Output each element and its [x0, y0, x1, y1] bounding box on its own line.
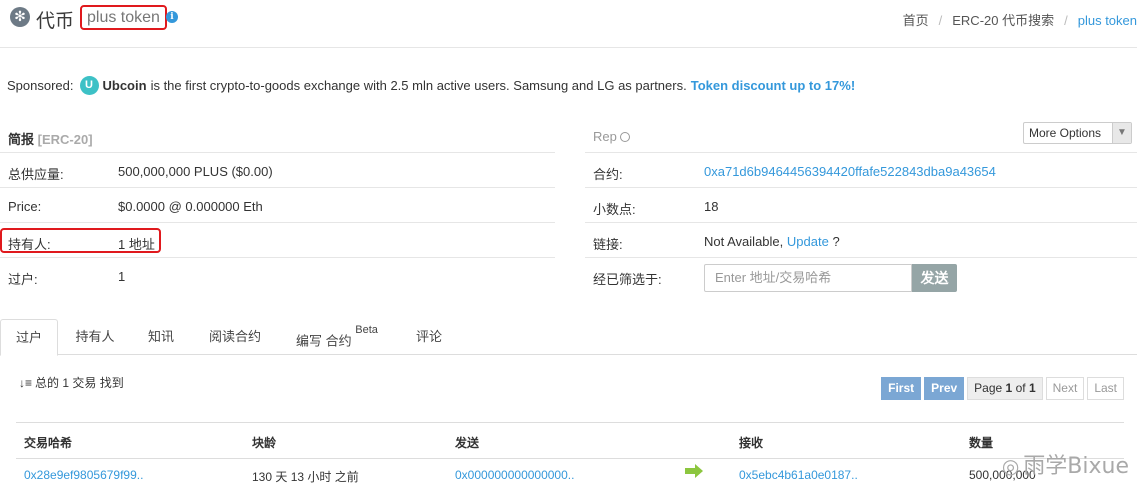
- next-page-button[interactable]: Next: [1045, 377, 1085, 400]
- contract-row: 合约: 0xa71d6b9464456394420ffafe522843dba9…: [585, 153, 1137, 188]
- total-supply-label: 总供应量:: [8, 167, 64, 182]
- transfers-pane: ↓≡ 总的 1 交易 找到 First Prev Page 1 of 1 Next…: [16, 356, 1124, 490]
- transactions-found: ↓≡ 总的 1 交易 找到: [19, 376, 124, 390]
- token-logo-icon: ✻: [10, 7, 30, 27]
- col-tx-hash: 交易哈希: [24, 436, 73, 450]
- filter-submit-button[interactable]: 发送: [912, 264, 957, 292]
- page-header: ✻ 代币 plus token i 首页 / ERC-20 代币搜索 / plus to…: [0, 0, 1137, 48]
- price-row: Price: $0.0000 @ 0.000000 Eth: [0, 188, 555, 223]
- decimals-value: 18: [704, 199, 719, 214]
- breadcrumb-separator: /: [1064, 13, 1068, 28]
- rep-label: Rep: [593, 129, 630, 144]
- filter-row: 经已筛选于: Enter 地址/交易哈希 发送: [585, 258, 1137, 293]
- sort-desc-icon: ↓≡: [19, 376, 33, 390]
- overview-title: 简报 [ERC-20]: [8, 132, 93, 147]
- links-value: Not Available, Update ?: [704, 234, 840, 249]
- tx-from-link[interactable]: 0x000000000000000..: [455, 468, 574, 482]
- table-top-border: [16, 422, 1124, 423]
- breadcrumb-separator: /: [938, 13, 943, 28]
- tab-comments[interactable]: 评论: [404, 319, 454, 355]
- tab-write-contract[interactable]: 编写 合约 Beta: [284, 319, 390, 355]
- chevron-down-icon: ▼: [1112, 123, 1131, 143]
- transfers-value: 1: [118, 269, 126, 284]
- rep-circle-icon: [619, 132, 630, 142]
- reputation-header: Rep More Options ▼: [585, 118, 1137, 153]
- total-supply-row: 总供应量: 500,000,000 PLUS ($0.00): [0, 153, 555, 188]
- filter-label: 经已筛选于:: [593, 272, 662, 287]
- contract-address-link[interactable]: 0xa71d6b9464456394420ffafe522843dba9a436…: [704, 164, 996, 179]
- ubcoin-logo-icon[interactable]: U: [79, 76, 99, 95]
- tab-info[interactable]: 知讯: [138, 319, 184, 355]
- price-value: $0.0000 @ 0.000000 Eth: [118, 199, 263, 214]
- arrow-right-icon: [685, 464, 703, 478]
- reputation-panel: Rep More Options ▼ 合约: 0xa71d6b946445639…: [585, 118, 1137, 293]
- price-label: Price:: [8, 199, 42, 214]
- sponsored-cta-link[interactable]: Token discount up to 17%!: [691, 78, 855, 93]
- breadcrumb-erc20-search[interactable]: ERC-20 代币搜索: [952, 13, 1054, 28]
- table-header-border: [16, 458, 1124, 459]
- overview-panel: 简报 [ERC-20] 总供应量: 500,000,000 PLUS ($0.0…: [0, 118, 555, 293]
- tab-read-contract[interactable]: 阅读合约: [196, 319, 274, 355]
- tab-transfers[interactable]: 过户: [0, 319, 58, 356]
- weibo-logo-icon: ◎: [1001, 454, 1020, 478]
- sponsored-banner: Sponsored: U Ubcoin is the first crypto-…: [7, 76, 855, 95]
- page-title: 代币: [36, 11, 75, 32]
- tx-hash-link[interactable]: 0x28e9ef9805679f99..: [24, 468, 143, 482]
- col-age: 块龄: [252, 436, 277, 450]
- page-indicator: Page 1 of 1: [967, 377, 1043, 400]
- prev-page-button[interactable]: Prev: [924, 377, 965, 400]
- contract-label: 合约:: [593, 167, 623, 182]
- sponsored-text: is the first crypto-to-goods exchange wi…: [150, 78, 687, 93]
- tab-write-contract-label: 编写 合约: [296, 333, 352, 349]
- links-label: 链接:: [593, 237, 623, 252]
- breadcrumb: 首页 / ERC-20 代币搜索 / plus token: [903, 10, 1137, 29]
- first-page-button[interactable]: First: [881, 377, 922, 400]
- decimals-row: 小数点: 18: [585, 188, 1137, 223]
- beta-badge: Beta: [355, 324, 378, 336]
- sponsored-label: Sponsored:: [7, 78, 74, 93]
- last-page-button[interactable]: Last: [1087, 377, 1124, 400]
- transfers-row: 过户: 1: [0, 258, 555, 293]
- update-link[interactable]: Update: [787, 234, 829, 249]
- col-from: 发送: [455, 436, 480, 450]
- watermark: ◎ 雨学Bixue: [1001, 454, 1129, 479]
- tab-bar: 过户 持有人 知讯 阅读合约 编写 合约 Beta 评论: [0, 319, 1137, 356]
- info-icon[interactable]: i: [166, 11, 178, 23]
- tx-age: 130 天 13 小时 之前: [252, 470, 359, 484]
- col-to: 接收: [739, 436, 764, 450]
- holders-highlight-box: [0, 228, 161, 253]
- more-options-label: More Options: [1029, 126, 1102, 140]
- tx-to-link[interactable]: 0x5ebc4b61a0e0187..: [739, 468, 858, 482]
- pagination: First Prev Page 1 of 1 Next Last: [878, 377, 1124, 400]
- col-quantity: 数量: [969, 436, 994, 450]
- tab-holders[interactable]: 持有人: [64, 319, 126, 355]
- total-supply-value: 500,000,000 PLUS ($0.00): [118, 164, 273, 179]
- overview-header: 简报 [ERC-20]: [0, 118, 555, 153]
- decimals-label: 小数点:: [593, 202, 636, 217]
- filter-address-input[interactable]: Enter 地址/交易哈希: [704, 264, 912, 292]
- more-options-dropdown[interactable]: More Options ▼: [1023, 122, 1132, 144]
- sponsored-brand[interactable]: Ubcoin: [103, 78, 147, 93]
- breadcrumb-current[interactable]: plus token: [1078, 13, 1137, 28]
- transfers-label: 过户:: [8, 272, 38, 287]
- token-name: plus token: [80, 5, 167, 30]
- breadcrumb-home[interactable]: 首页: [903, 13, 929, 28]
- links-row: 链接: Not Available, Update ?: [585, 223, 1137, 258]
